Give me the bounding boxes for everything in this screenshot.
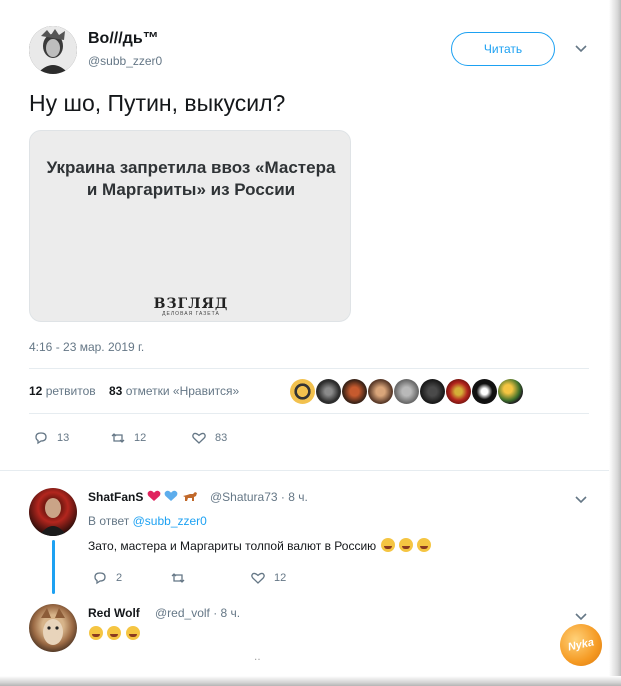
reply-like-count: 12 — [274, 572, 287, 584]
frame-shadow-bottom — [0, 676, 621, 686]
liker-avatar[interactable] — [394, 379, 419, 404]
reply-author-handle[interactable]: @red_volf — [155, 606, 210, 620]
reply-time[interactable]: · 8 ч. — [281, 490, 308, 504]
more-indicator: ‥ — [254, 652, 261, 663]
heart-icon — [192, 432, 206, 444]
link-card[interactable]: Украина запретила ввоз «Мастера и Маргар… — [29, 130, 351, 322]
tweet-text: Ну шо, Путин, выкусил? — [29, 90, 286, 116]
reply-text: Зато, мастера и Маргариты толпой валют в… — [88, 538, 432, 553]
reply-author-name[interactable]: ShatFanS — [88, 490, 199, 504]
chevron-down-icon[interactable] — [574, 493, 588, 508]
liker-avatar[interactable] — [498, 379, 523, 404]
author-handle[interactable]: @subb_zzer0 — [88, 54, 162, 68]
dog-icon — [183, 492, 198, 501]
red-heart-icon — [147, 490, 161, 501]
author-name[interactable]: Во///дь™ — [88, 30, 159, 48]
liker-avatar[interactable] — [472, 379, 497, 404]
engagement-stats: 12 ретвитов 83 отметки «Нравится» — [29, 384, 239, 398]
retweet-icon — [171, 573, 185, 583]
reply-author-name[interactable]: Red Wolf — [88, 606, 140, 620]
likes-count[interactable]: 83 — [109, 384, 122, 398]
divider — [29, 368, 589, 369]
reply-time[interactable]: · 8 ч. — [213, 606, 240, 620]
like-action[interactable]: 83 — [191, 430, 227, 446]
zany-face-emoji — [380, 538, 395, 552]
reply-retweet-action[interactable] — [170, 570, 186, 586]
retweets-count[interactable]: 12 — [29, 384, 42, 398]
chevron-down-icon[interactable] — [574, 42, 588, 57]
reply-action[interactable]: 13 — [33, 430, 69, 446]
liker-avatar[interactable] — [368, 379, 393, 404]
chevron-down-icon[interactable] — [574, 610, 588, 625]
liker-avatar[interactable] — [446, 379, 471, 404]
retweets-label[interactable]: ретвитов — [46, 384, 96, 398]
retweet-icon — [111, 433, 125, 443]
divider — [29, 413, 589, 414]
reply-icon — [94, 572, 106, 585]
thread-line — [52, 540, 55, 594]
tweet-timestamp[interactable]: 4:16 - 23 мар. 2019 г. — [29, 340, 144, 354]
liker-avatar[interactable] — [290, 379, 315, 404]
reply-author-avatar[interactable] — [29, 488, 77, 536]
likes-label[interactable]: отметки «Нравится» — [126, 384, 240, 398]
reply-reply-count: 2 — [116, 572, 123, 584]
reply-count: 13 — [57, 432, 70, 444]
reply-to-line: В ответ @subb_zzer0 — [88, 514, 207, 528]
author-avatar[interactable] — [29, 26, 77, 74]
rofl-emoji — [125, 626, 140, 640]
liker-avatar[interactable] — [316, 379, 341, 404]
blue-heart-icon — [164, 490, 178, 501]
source-logo: ВЗГЛЯД — [153, 296, 229, 312]
reply-meta: @Shatura73 · 8 ч. — [210, 490, 308, 504]
retweet-action[interactable]: 12 — [110, 430, 146, 446]
divider — [0, 470, 609, 471]
reply-like-action[interactable]: 12 — [250, 570, 286, 586]
card-title: Украина запретила ввоз «Мастера и Маргар… — [46, 158, 336, 199]
reply-author-name-text: ShatFanS — [88, 490, 144, 504]
reply-author-avatar[interactable] — [29, 604, 77, 652]
source-tagline: ДЕЛОВАЯ ГАЗЕТА — [162, 311, 220, 317]
rofl-emoji — [89, 626, 103, 640]
reply-to-prefix: В ответ — [88, 514, 130, 528]
rofl-emoji — [107, 626, 122, 640]
reply-to-handle-link[interactable]: @subb_zzer0 — [133, 514, 207, 528]
reply-emojis — [88, 626, 140, 641]
laughing-emoji — [398, 538, 413, 552]
reply-meta: @red_volf · 8 ч. — [155, 606, 240, 620]
reply-author-handle[interactable]: @Shatura73 — [210, 490, 278, 504]
liker-avatars — [290, 379, 523, 404]
like-count: 83 — [215, 432, 228, 444]
liker-avatar[interactable] — [420, 379, 445, 404]
reply-text-content: Зато, мастера и Маргариты толпой валют в… — [88, 539, 377, 553]
watermark-logo: Nyka — [556, 620, 606, 670]
liker-avatar[interactable] — [342, 379, 367, 404]
tweet-screenshot: Во///дь™ @subb_zzer0 Читать Ну шо, Путин… — [0, 0, 621, 686]
heart-icon — [251, 572, 265, 584]
reply-reply-action[interactable]: 2 — [92, 570, 122, 586]
retweet-count: 12 — [134, 432, 147, 444]
laughing-emoji — [417, 538, 432, 552]
frame-shadow-right — [609, 0, 621, 686]
reply-icon — [35, 432, 47, 445]
follow-button[interactable]: Читать — [451, 32, 555, 66]
